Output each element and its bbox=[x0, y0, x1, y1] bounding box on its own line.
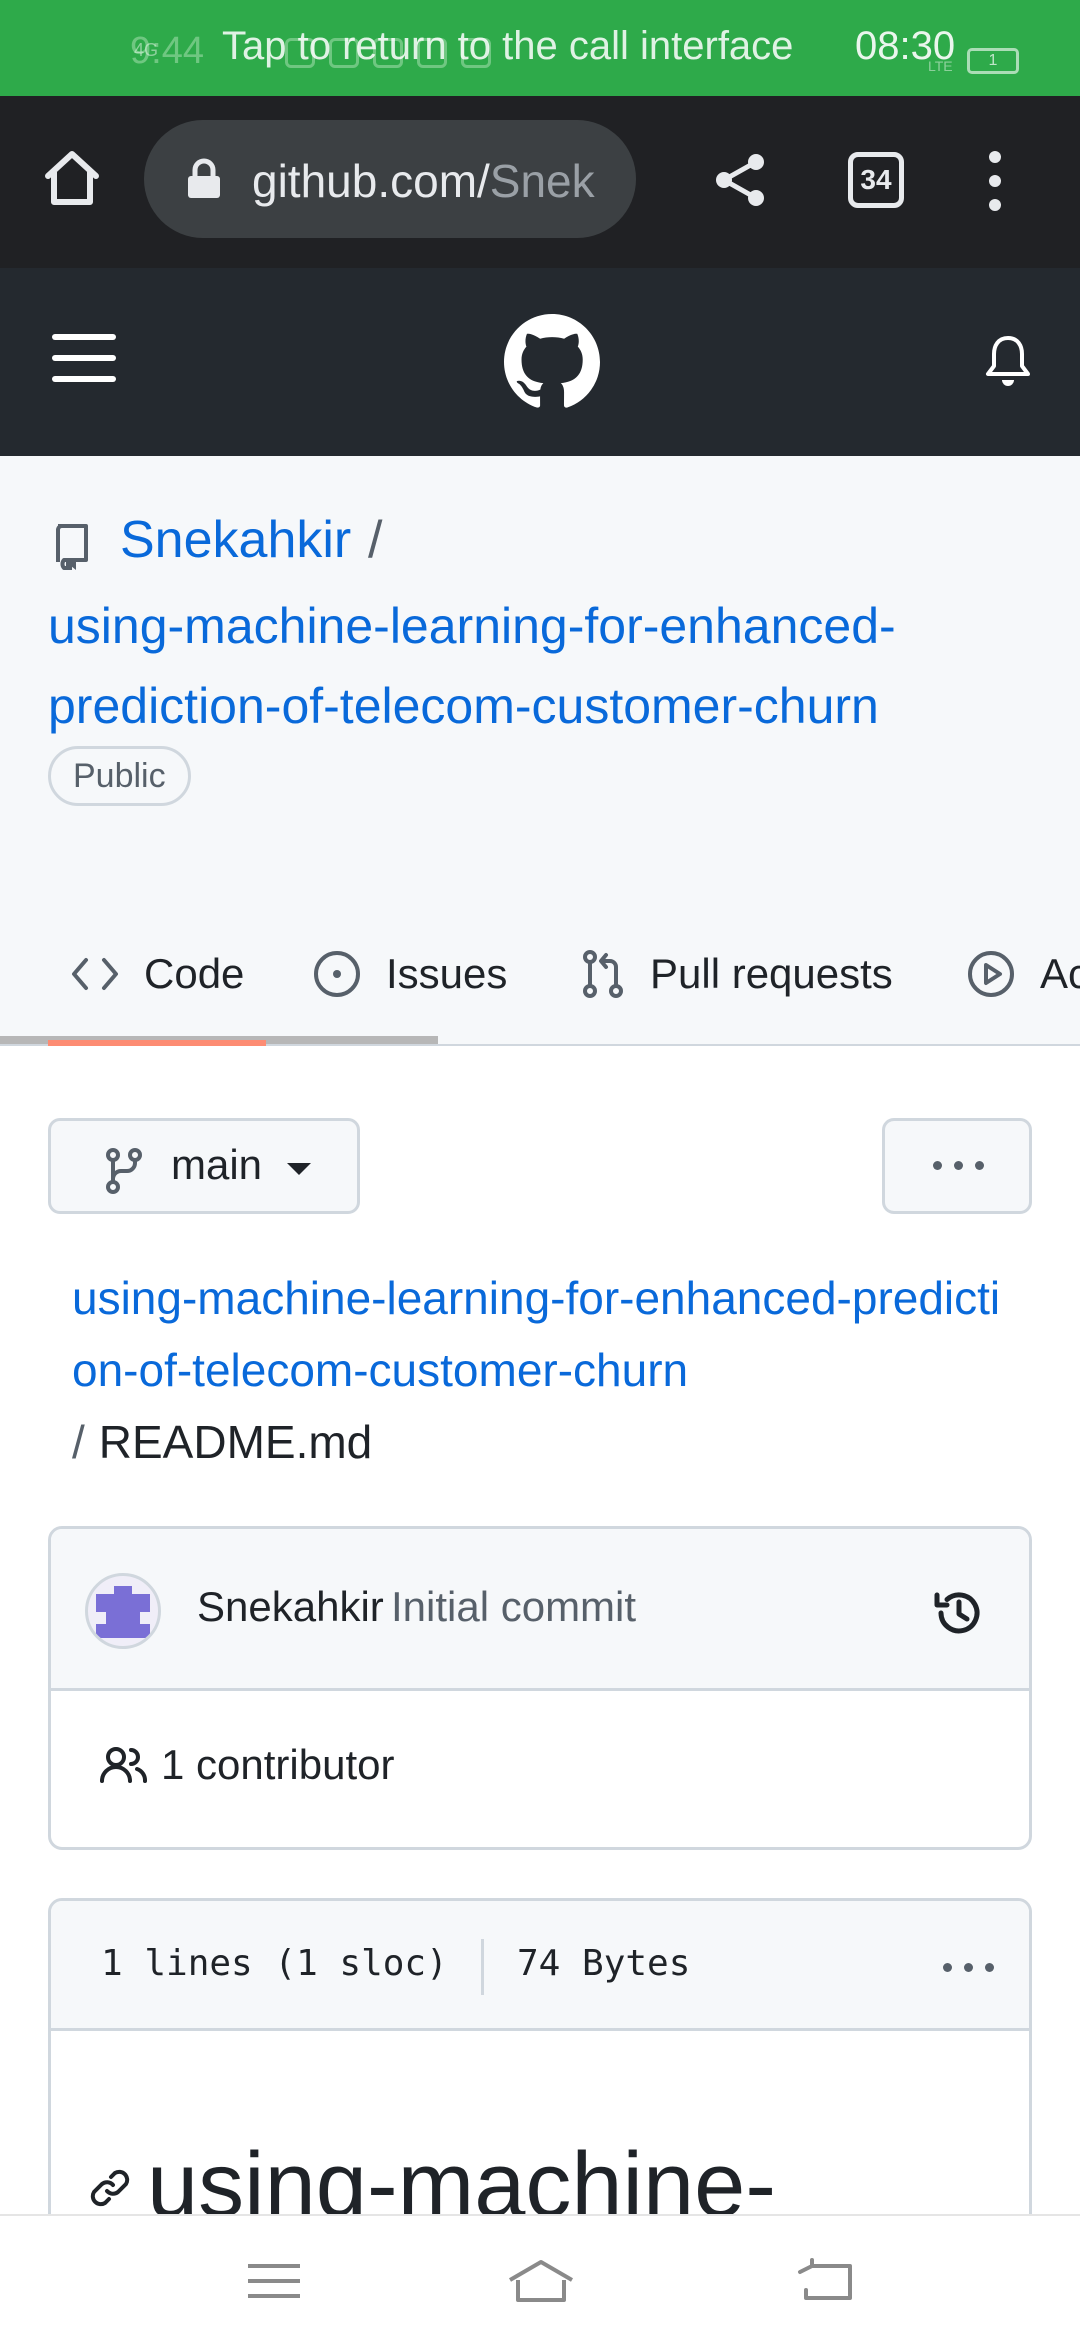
tab-issues[interactable]: Issues bbox=[312, 944, 507, 1004]
file-header-divider bbox=[481, 1939, 484, 1995]
file-header: 1 lines (1 sloc) 74 Bytes bbox=[51, 1901, 1029, 2031]
commit-author[interactable]: Snekahkir bbox=[197, 1583, 384, 1631]
tab-pull-requests-label: Pull requests bbox=[650, 950, 893, 997]
visibility-badge: Public bbox=[48, 746, 191, 806]
more-vert-icon[interactable] bbox=[980, 148, 1010, 214]
github-header bbox=[0, 268, 1080, 456]
breadcrumb-file: / README.md bbox=[72, 1406, 372, 1478]
repo-icon bbox=[56, 524, 88, 570]
people-icon bbox=[100, 1747, 147, 1783]
back-icon[interactable] bbox=[796, 2256, 856, 2306]
contributors-label: 1 contributor bbox=[161, 1741, 395, 1788]
kebab-horizontal-icon[interactable] bbox=[943, 1963, 994, 1972]
home-icon[interactable] bbox=[40, 146, 104, 210]
repo-tabs: Code Issues Pull requests Ac bbox=[0, 900, 1080, 1046]
avatar[interactable] bbox=[85, 1573, 161, 1649]
repo-name-link[interactable]: using-machine-learning-for-enhanced-pred… bbox=[48, 586, 1048, 746]
status-time-ghost: 9:44 bbox=[130, 30, 204, 72]
tab-issues-label: Issues bbox=[386, 950, 508, 997]
home-nav-icon[interactable] bbox=[506, 2256, 576, 2306]
tab-pull-requests[interactable]: Pull requests bbox=[580, 944, 893, 1004]
url-text: github.com/Snek bbox=[252, 155, 595, 207]
play-icon bbox=[968, 951, 1014, 997]
commit-message[interactable]: Initial commit bbox=[391, 1583, 636, 1631]
issue-opened-icon bbox=[314, 951, 360, 997]
contributors-link[interactable]: 1 contributor bbox=[99, 1741, 394, 1789]
active-tab-underline bbox=[48, 1040, 266, 1046]
share-icon[interactable] bbox=[712, 152, 768, 208]
kebab-horizontal-icon bbox=[933, 1161, 984, 1170]
tab-actions-label: Ac bbox=[1040, 950, 1080, 997]
bell-icon[interactable] bbox=[984, 334, 1032, 388]
repo-owner-link[interactable]: Snekahkir bbox=[120, 510, 351, 570]
caret-down-icon bbox=[287, 1163, 311, 1175]
system-nav-bar bbox=[0, 2214, 1080, 2340]
tab-code-label: Code bbox=[144, 950, 245, 997]
branch-selector[interactable]: main bbox=[48, 1118, 360, 1214]
browser-toolbar: github.com/Snek 34 bbox=[0, 96, 1080, 268]
branch-name: main bbox=[171, 1141, 263, 1188]
recents-icon[interactable] bbox=[244, 2256, 304, 2306]
commit-header: Snekahkir Initial commit bbox=[51, 1529, 1029, 1691]
lte-indicator: LTE bbox=[928, 58, 953, 74]
history-icon[interactable] bbox=[931, 1585, 987, 1641]
tab-actions[interactable]: Ac bbox=[966, 944, 1080, 1004]
lock-icon bbox=[188, 158, 220, 198]
git-pull-request-icon bbox=[583, 950, 623, 998]
battery-icon: 1 bbox=[967, 48, 1019, 74]
repo-separator: / bbox=[368, 511, 383, 569]
more-options-button[interactable] bbox=[882, 1118, 1032, 1214]
git-branch-icon bbox=[106, 1148, 142, 1194]
address-bar[interactable]: github.com/Snek bbox=[144, 120, 636, 238]
github-logo-icon[interactable] bbox=[504, 314, 600, 410]
breadcrumb-filename: README.md bbox=[98, 1416, 373, 1468]
code-icon bbox=[72, 958, 118, 990]
call-return-message: Tap to return to the call interface bbox=[222, 24, 794, 68]
breadcrumb-separator: / bbox=[72, 1416, 85, 1468]
latest-commit-box: Snekahkir Initial commit 1 contributor bbox=[48, 1526, 1032, 1850]
breadcrumb-repo-link[interactable]: using-machine-learning-for-enhanced-pred… bbox=[72, 1262, 1012, 1406]
tab-switcher-button[interactable]: 34 bbox=[848, 152, 904, 208]
file-line-count: 1 lines (1 sloc) bbox=[101, 1943, 448, 1984]
call-return-banner[interactable]: 4G 9:44 Tap to return to the call interf… bbox=[0, 0, 1080, 96]
link-icon[interactable] bbox=[85, 2163, 135, 2213]
hamburger-menu-icon[interactable] bbox=[52, 332, 116, 384]
file-size: 74 Bytes bbox=[517, 1943, 691, 1984]
tab-code[interactable]: Code bbox=[70, 944, 244, 1004]
